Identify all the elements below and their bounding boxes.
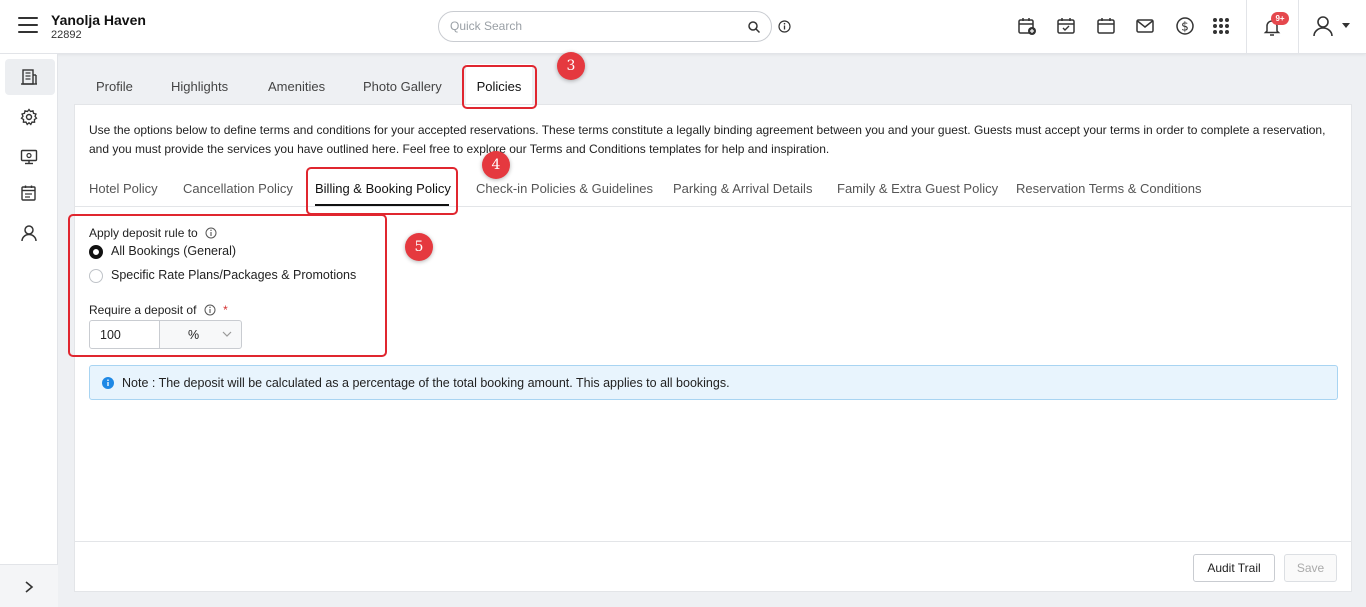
top-header: Yanolja Haven 22892 $ 9+	[0, 0, 1366, 54]
highlight-box-policies-tab	[462, 65, 537, 109]
calendar-icon[interactable]	[1096, 16, 1116, 36]
quick-search-box	[438, 11, 772, 42]
settings-icon	[20, 108, 38, 126]
calendar-check-icon[interactable]	[1056, 16, 1076, 36]
highlight-box-deposit-form	[68, 214, 387, 357]
sidebar-item-users[interactable]	[5, 215, 55, 251]
monitor-icon	[20, 149, 38, 165]
deposit-note-text: Note : The deposit will be calculated as…	[122, 376, 730, 390]
sidebar-expand-button[interactable]	[0, 564, 58, 607]
intro-text: Use the options below to define terms an…	[89, 123, 1326, 156]
sidebar-item-property[interactable]	[5, 59, 55, 95]
sub-tab-cancellation-policy[interactable]: Cancellation Policy	[183, 181, 293, 196]
step-marker: 3	[557, 52, 585, 80]
apps-grid-icon[interactable]	[1211, 16, 1231, 36]
step-marker: 4	[482, 151, 510, 179]
hotel-name: Yanolja Haven	[51, 12, 146, 28]
user-icon	[21, 225, 37, 242]
card-footer: Audit Trail Save	[75, 541, 1351, 591]
hotel-id: 22892	[51, 29, 82, 41]
sidebar-item-settings[interactable]	[5, 99, 55, 135]
tab-profile[interactable]: Profile	[96, 64, 133, 108]
tab-amenities[interactable]: Amenities	[268, 64, 325, 108]
sidebar-item-reservations[interactable]	[5, 175, 55, 211]
sidebar	[0, 54, 58, 607]
chevron-right-icon	[25, 581, 34, 593]
sub-tab-hotel-policy[interactable]: Hotel Policy	[89, 181, 158, 196]
user-icon[interactable]	[1312, 15, 1334, 37]
dollar-icon[interactable]: $	[1175, 16, 1195, 36]
tab-photo-gallery[interactable]: Photo Gallery	[363, 64, 442, 108]
save-button[interactable]: Save	[1284, 554, 1337, 582]
step-marker: 5	[405, 233, 433, 261]
calendar-list-icon	[21, 185, 36, 201]
deposit-note: Note : The deposit will be calculated as…	[89, 365, 1338, 400]
highlight-box-billing-tab	[306, 167, 458, 215]
sub-tab-reservation-terms[interactable]: Reservation Terms & Conditions	[1016, 181, 1201, 196]
svg-text:$: $	[1181, 20, 1189, 34]
sub-tab-check-in-policies[interactable]: Check-in Policies & Guidelines	[476, 181, 653, 196]
notification-badge: 9+	[1271, 12, 1289, 25]
tab-highlights[interactable]: Highlights	[171, 64, 228, 108]
property-icon	[21, 69, 37, 85]
sidebar-item-monitor[interactable]	[5, 139, 55, 175]
calendar-plus-icon[interactable]	[1017, 16, 1037, 36]
mail-icon[interactable]	[1135, 16, 1155, 36]
header-divider	[1246, 0, 1247, 54]
search-input[interactable]	[450, 19, 730, 33]
hamburger-menu-icon[interactable]	[18, 17, 38, 33]
sub-tab-parking-arrival[interactable]: Parking & Arrival Details	[673, 181, 812, 196]
header-divider	[1298, 0, 1299, 54]
policy-sub-tabs: Hotel Policy Cancellation Policy Billing…	[75, 169, 1351, 207]
info-icon[interactable]	[778, 20, 791, 33]
caret-down-icon[interactable]	[1341, 22, 1351, 30]
sub-tab-family-extra-guest[interactable]: Family & Extra Guest Policy	[837, 181, 998, 196]
audit-trail-button[interactable]: Audit Trail	[1193, 554, 1275, 582]
search-icon[interactable]	[747, 20, 761, 34]
info-icon	[102, 377, 114, 389]
